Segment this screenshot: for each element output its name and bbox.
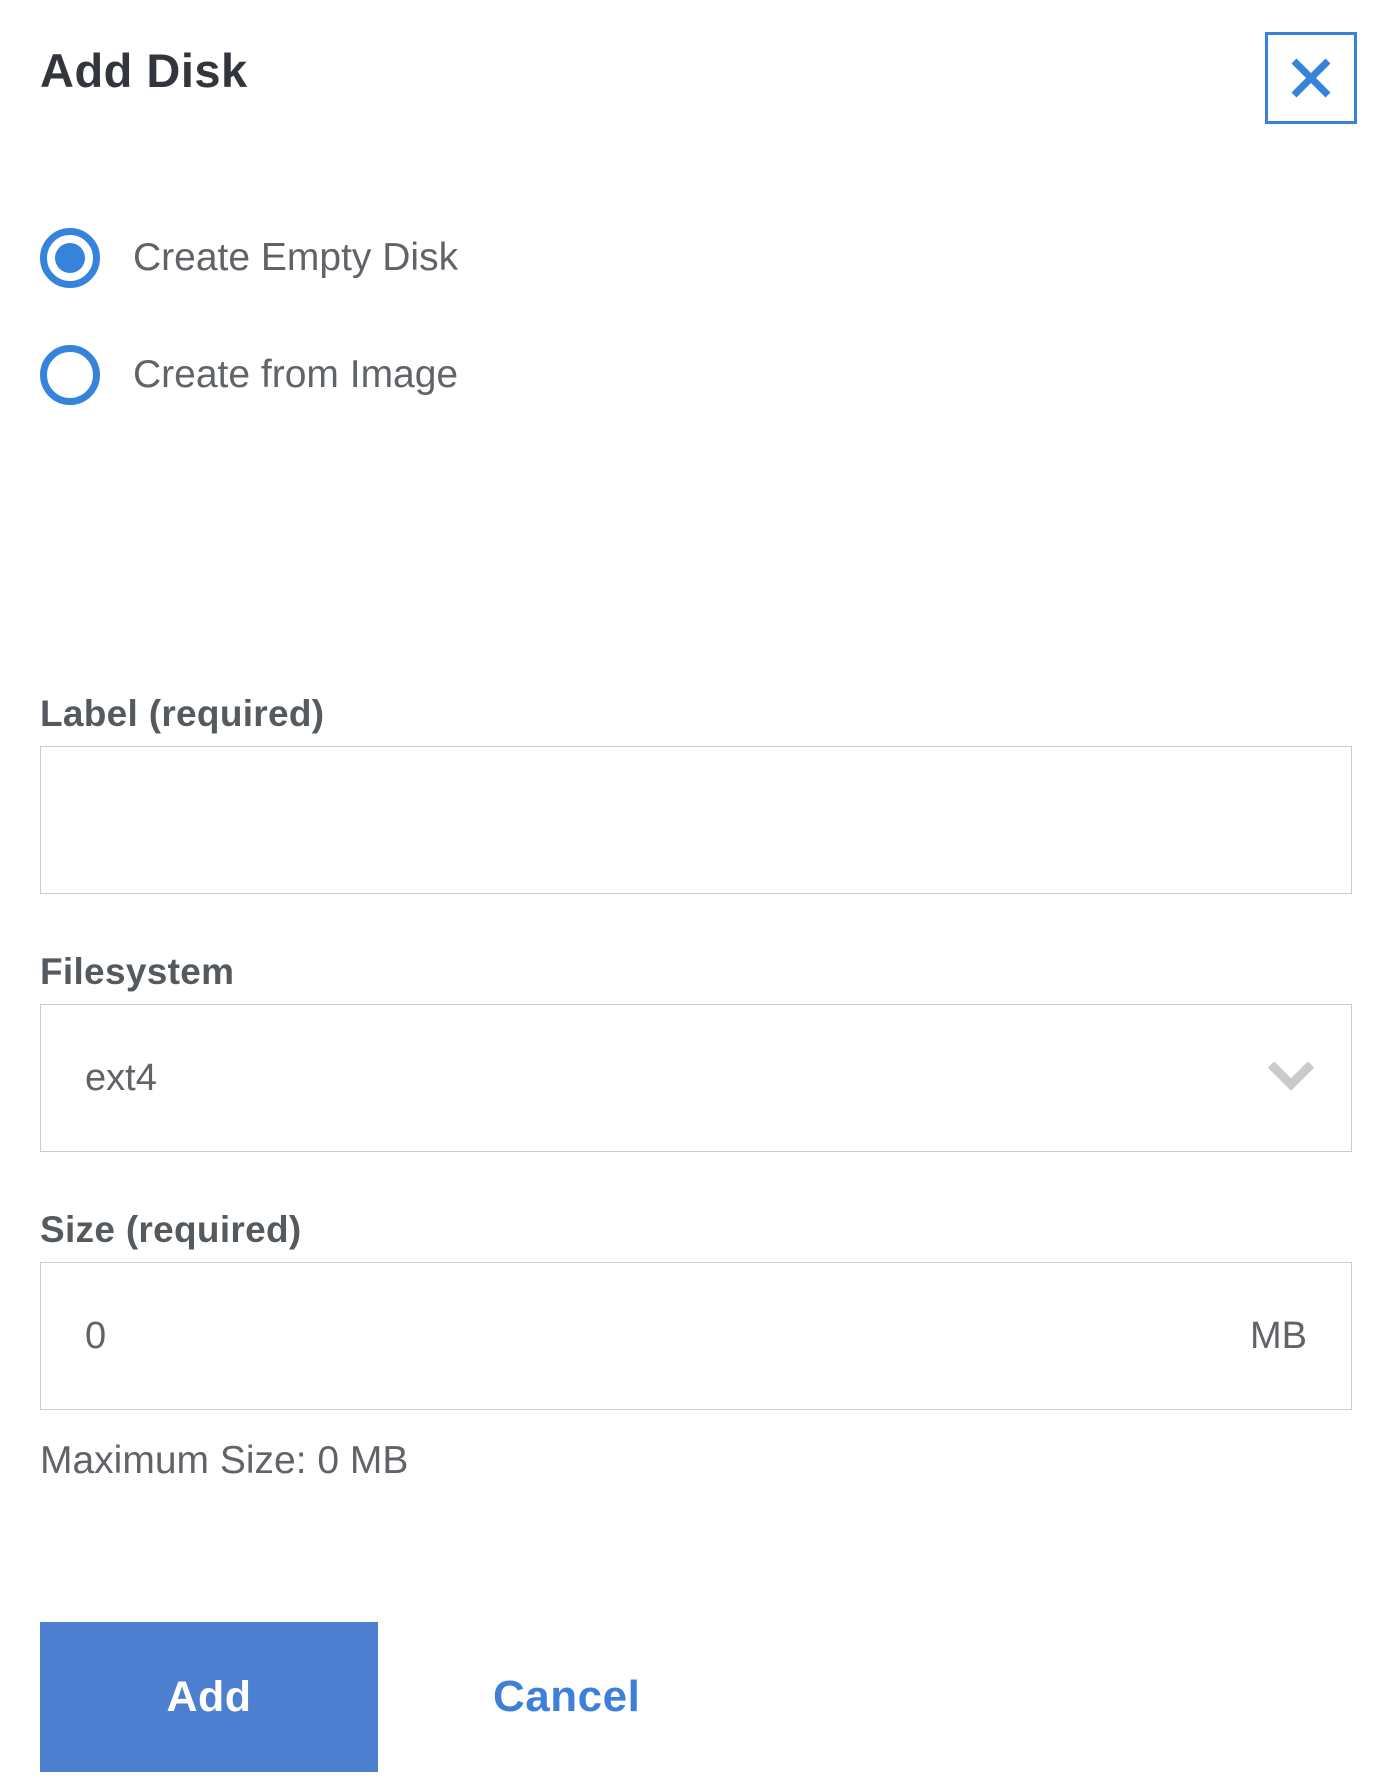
label-field-group: Label (required) [40, 691, 1352, 894]
radio-selected-icon[interactable] [40, 228, 100, 288]
dialog-actions: Add Cancel [40, 1622, 640, 1772]
dialog-title: Add Disk [40, 44, 248, 97]
disk-mode-radio-group: Create Empty Disk Create from Image [40, 228, 1352, 405]
size-field-group: Size (required) MB Maximum Size: 0 MB [40, 1207, 1352, 1483]
filesystem-field-group: Filesystem ext4 [40, 949, 1352, 1152]
chevron-down-icon [1267, 1061, 1315, 1096]
radio-unselected-icon[interactable] [40, 345, 100, 405]
dialog-header: Add Disk [40, 32, 1357, 124]
size-input[interactable] [85, 1263, 1250, 1409]
add-disk-dialog: Add Disk Create Empty Disk Create from I… [0, 0, 1388, 1792]
size-field-label: Size (required) [40, 1209, 302, 1250]
cancel-button[interactable]: Cancel [493, 1672, 640, 1722]
max-size-helper-text: Maximum Size: 0 MB [40, 1439, 409, 1482]
label-input[interactable] [40, 746, 1352, 894]
size-unit-label: MB [1250, 1314, 1307, 1357]
filesystem-field-label: Filesystem [40, 951, 235, 992]
add-button[interactable]: Add [40, 1622, 378, 1772]
radio-create-from-image[interactable]: Create from Image [40, 345, 1352, 405]
filesystem-select[interactable]: ext4 [40, 1004, 1352, 1152]
label-field-label: Label (required) [40, 693, 325, 734]
radio-create-empty-disk[interactable]: Create Empty Disk [40, 228, 1352, 288]
close-button[interactable] [1265, 32, 1357, 124]
filesystem-selected-value: ext4 [85, 1056, 157, 1099]
radio-label: Create Empty Disk [133, 236, 459, 279]
radio-label: Create from Image [133, 353, 459, 396]
close-icon [1289, 56, 1333, 100]
size-input-wrap: MB [40, 1262, 1352, 1410]
